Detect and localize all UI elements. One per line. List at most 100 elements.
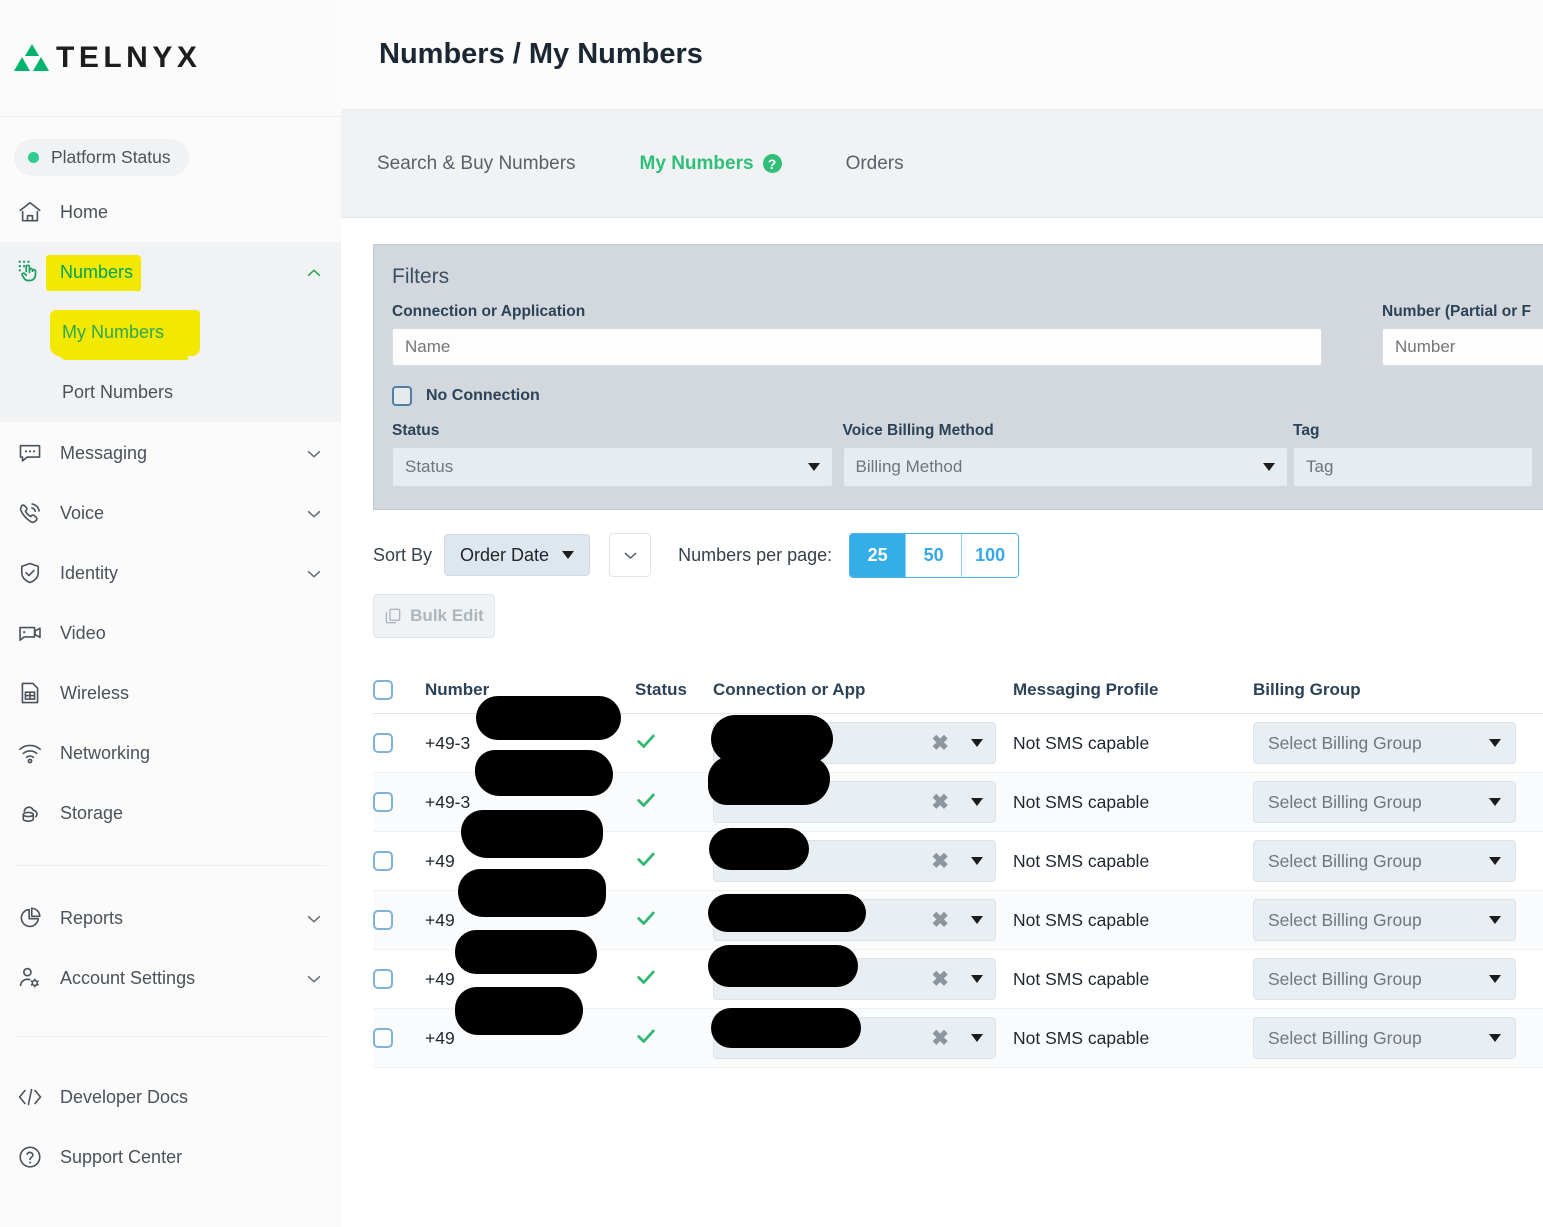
sidebar-nav: Platform Status Home Numbers My Numbers …	[0, 117, 341, 1187]
no-connection-checkbox-row[interactable]: No Connection	[392, 386, 1533, 406]
table-row[interactable]: +49-3 P365 ✖ Not SMS capable Select Bill…	[373, 696, 1543, 773]
connection-select[interactable]: ✖	[708, 756, 996, 823]
caret-down-icon	[808, 463, 820, 471]
numbers-table: Number Status Connection or App Messagin…	[373, 666, 1543, 1068]
column-header-number[interactable]: Number	[425, 680, 635, 700]
row-checkbox[interactable]	[373, 910, 393, 930]
table-row[interactable]: +49 ✖ Not SMS capable Select Billing Gro…	[373, 810, 1543, 891]
caret-down-icon[interactable]	[971, 975, 983, 983]
row-select-cell[interactable]	[373, 1028, 425, 1048]
clear-connection-icon[interactable]: ✖	[931, 792, 949, 813]
row-select-cell[interactable]	[373, 910, 425, 930]
brand-logo[interactable]: TELNYX	[0, 0, 341, 117]
connection-select[interactable]: ✖	[711, 1008, 996, 1059]
table-row[interactable]: +49 ✖ Not SMS capable Select Billing Gro…	[373, 869, 1543, 950]
no-connection-checkbox[interactable]	[392, 386, 412, 406]
filter-billing-method-label: Voice Billing Method	[842, 422, 994, 439]
messaging-profile-value: Not SMS capable	[1013, 791, 1150, 812]
row-checkbox[interactable]	[373, 1028, 393, 1048]
billing-group-select[interactable]: Select Billing Group	[1253, 899, 1516, 941]
caret-down-icon[interactable]	[971, 916, 983, 924]
per-page-option-50[interactable]: 50	[906, 533, 963, 577]
cell-status	[635, 848, 713, 875]
connection-select[interactable]: ✖	[708, 945, 996, 1000]
sidebar-item-home[interactable]: Home	[0, 182, 341, 242]
platform-status-label: Platform Status	[51, 147, 171, 167]
row-select-cell[interactable]	[373, 792, 425, 812]
sidebar-item-my-numbers[interactable]: My Numbers	[0, 302, 341, 362]
row-checkbox[interactable]	[373, 969, 393, 989]
billing-group-select[interactable]: Select Billing Group	[1253, 840, 1516, 882]
video-camera-icon	[14, 617, 46, 649]
sidebar-item-account-settings[interactable]: Account Settings	[0, 948, 341, 1008]
bulk-edit-label: Bulk Edit	[410, 606, 484, 625]
connection-select[interactable]: P365 ✖	[711, 715, 996, 764]
connection-name-input[interactable]	[392, 328, 1322, 366]
table-row[interactable]: +49-3 ✖ Not SMS capable Select Billing G…	[373, 750, 1543, 832]
tag-select[interactable]: Tag	[1293, 447, 1533, 487]
sidebar-item-support-center[interactable]: Support Center	[0, 1127, 341, 1187]
sort-by-select[interactable]: Order Date	[444, 534, 591, 576]
caret-down-icon[interactable]	[971, 1034, 983, 1042]
clear-connection-icon[interactable]: ✖	[931, 851, 949, 872]
row-checkbox[interactable]	[373, 792, 393, 812]
sidebar-item-numbers[interactable]: Numbers	[0, 242, 341, 302]
select-all-cell[interactable]	[373, 679, 425, 700]
bulk-edit-button[interactable]: Bulk Edit	[373, 594, 495, 638]
number-partial-input[interactable]	[1382, 328, 1543, 366]
connection-select[interactable]: ✖	[708, 894, 996, 941]
filter-connection-label: Connection or Application	[392, 303, 586, 320]
question-circle-icon	[14, 1141, 46, 1173]
sidebar-item-developer-docs[interactable]: Developer Docs	[0, 1067, 341, 1127]
sidebar-item-video[interactable]: Video	[0, 603, 341, 663]
sidebar-subitem-label: Port Numbers	[62, 381, 174, 402]
select-all-checkbox[interactable]	[373, 679, 393, 700]
column-header-billing-group[interactable]: Billing Group	[1253, 680, 1543, 700]
clear-connection-icon[interactable]: ✖	[931, 1028, 949, 1049]
sidebar-item-wireless[interactable]: Wireless	[0, 663, 341, 723]
row-select-cell[interactable]	[373, 851, 425, 871]
voice-billing-method-select[interactable]: Billing Method	[842, 447, 1288, 487]
billing-group-select[interactable]: Select Billing Group	[1253, 1017, 1516, 1059]
clear-connection-icon[interactable]: ✖	[931, 969, 949, 990]
sidebar-item-reports[interactable]: Reports	[0, 888, 341, 948]
sidebar-item-port-numbers[interactable]: Port Numbers	[0, 362, 341, 422]
column-header-connection-or-app[interactable]: Connection or App	[713, 680, 1013, 700]
row-checkbox[interactable]	[373, 733, 393, 753]
page-header: Numbers / My Numbers	[341, 0, 1543, 110]
table-row[interactable]: +49 0 ✖ Not SMS capable Select Billing G…	[373, 987, 1543, 1068]
connection-select[interactable]: ✖	[709, 828, 996, 882]
per-page-option-100[interactable]: 100	[962, 533, 1019, 577]
chevron-down-icon	[305, 505, 321, 521]
tab-search-and-buy-numbers[interactable]: Search & Buy Numbers	[377, 153, 576, 175]
row-select-cell[interactable]	[373, 969, 425, 989]
caret-down-icon[interactable]	[971, 857, 983, 865]
column-header-messaging-profile[interactable]: Messaging Profile	[1013, 680, 1253, 700]
status-select[interactable]: Status	[392, 447, 833, 487]
tab-orders[interactable]: Orders	[846, 153, 904, 175]
billing-group-select[interactable]: Select Billing Group	[1253, 781, 1516, 823]
clear-connection-icon[interactable]: ✖	[931, 910, 949, 931]
help-question-icon[interactable]: ?	[762, 154, 782, 173]
filters-row-1: Connection or Application Number (Partia…	[392, 303, 1543, 366]
sort-direction-button[interactable]	[609, 533, 652, 577]
tab-my-numbers[interactable]: My Numbers ?	[640, 153, 782, 175]
sidebar-item-voice[interactable]: Voice	[0, 483, 341, 543]
cell-billing-group: Select Billing Group	[1253, 958, 1543, 1000]
sidebar-divider-1	[14, 865, 327, 866]
billing-group-select[interactable]: Select Billing Group	[1253, 958, 1516, 1000]
row-checkbox[interactable]	[373, 851, 393, 871]
sidebar-item-storage[interactable]: Storage	[0, 783, 341, 843]
sidebar-item-messaging[interactable]: Messaging	[0, 423, 341, 483]
caret-down-icon[interactable]	[971, 739, 983, 747]
caret-down-icon[interactable]	[971, 798, 983, 806]
platform-status-pill[interactable]: Platform Status	[14, 139, 189, 176]
column-header-status[interactable]: Status	[635, 680, 713, 700]
clear-connection-icon[interactable]: ✖	[931, 733, 949, 754]
filter-status-label: Status	[392, 422, 440, 439]
sidebar-item-identity[interactable]: Identity	[0, 543, 341, 603]
sidebar-item-networking[interactable]: Networking	[0, 723, 341, 783]
per-page-option-25[interactable]: 25	[850, 533, 907, 577]
billing-group-select[interactable]: Select Billing Group	[1253, 722, 1516, 764]
row-select-cell[interactable]	[373, 733, 425, 753]
